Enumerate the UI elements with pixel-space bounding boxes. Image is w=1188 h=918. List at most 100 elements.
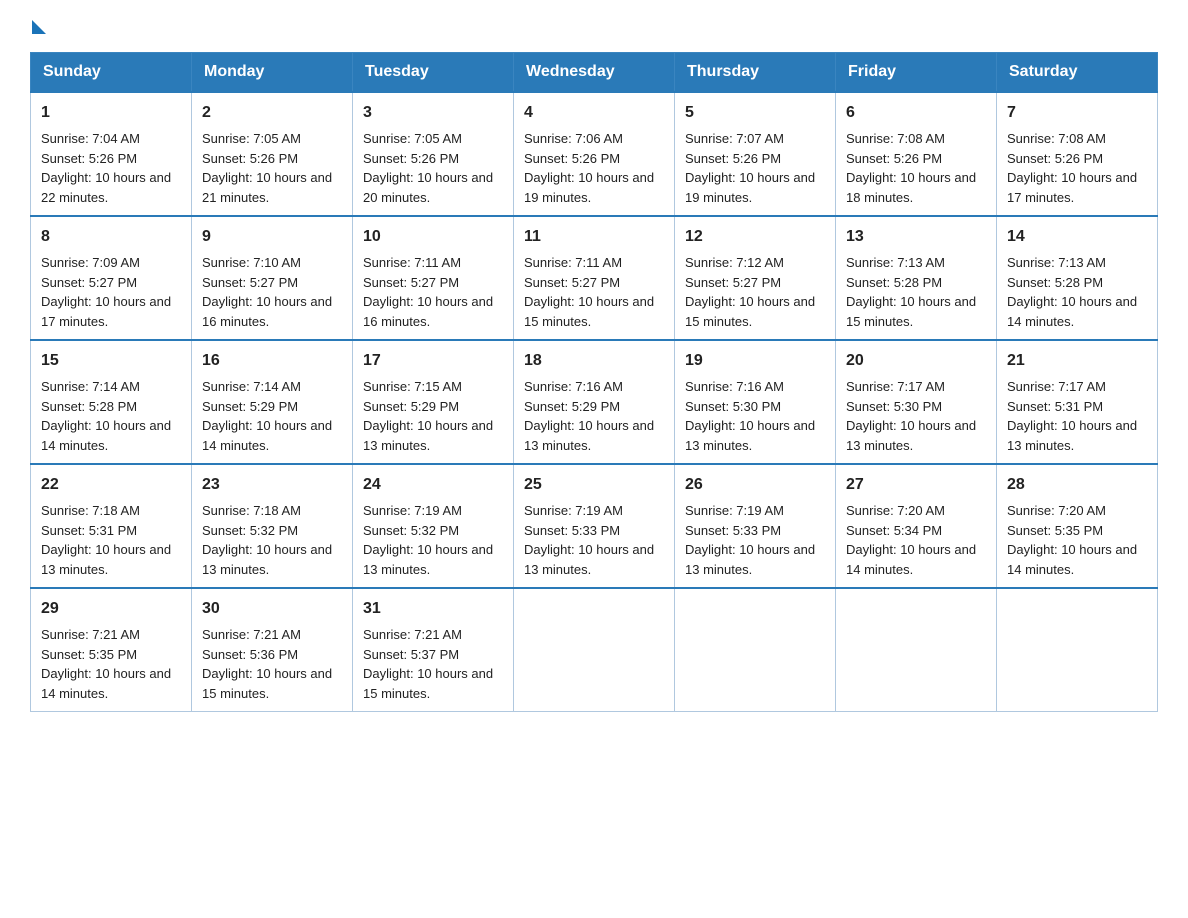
sunset-text: Sunset: 5:32 PM (363, 523, 459, 538)
day-number: 26 (685, 473, 825, 497)
col-header-monday: Monday (192, 53, 353, 93)
day-number: 9 (202, 225, 342, 249)
daylight-text: Daylight: 10 hours and 19 minutes. (685, 170, 815, 205)
sunset-text: Sunset: 5:26 PM (1007, 151, 1103, 166)
daylight-text: Daylight: 10 hours and 14 minutes. (846, 542, 976, 577)
day-number: 6 (846, 101, 986, 125)
sunset-text: Sunset: 5:30 PM (685, 399, 781, 414)
sunset-text: Sunset: 5:26 PM (41, 151, 137, 166)
calendar-cell (675, 588, 836, 712)
sunset-text: Sunset: 5:29 PM (363, 399, 459, 414)
week-row-2: 8Sunrise: 7:09 AMSunset: 5:27 PMDaylight… (31, 216, 1158, 340)
daylight-text: Daylight: 10 hours and 22 minutes. (41, 170, 171, 205)
calendar-cell: 25Sunrise: 7:19 AMSunset: 5:33 PMDayligh… (514, 464, 675, 588)
sunrise-text: Sunrise: 7:08 AM (1007, 131, 1106, 146)
calendar-cell: 6Sunrise: 7:08 AMSunset: 5:26 PMDaylight… (836, 92, 997, 216)
sunset-text: Sunset: 5:31 PM (41, 523, 137, 538)
day-number: 10 (363, 225, 503, 249)
sunset-text: Sunset: 5:26 PM (202, 151, 298, 166)
day-number: 16 (202, 349, 342, 373)
week-row-5: 29Sunrise: 7:21 AMSunset: 5:35 PMDayligh… (31, 588, 1158, 712)
calendar-cell: 26Sunrise: 7:19 AMSunset: 5:33 PMDayligh… (675, 464, 836, 588)
calendar-cell: 8Sunrise: 7:09 AMSunset: 5:27 PMDaylight… (31, 216, 192, 340)
sunrise-text: Sunrise: 7:19 AM (524, 503, 623, 518)
calendar-cell (997, 588, 1158, 712)
day-number: 15 (41, 349, 181, 373)
calendar-cell: 16Sunrise: 7:14 AMSunset: 5:29 PMDayligh… (192, 340, 353, 464)
sunrise-text: Sunrise: 7:21 AM (202, 627, 301, 642)
day-number: 23 (202, 473, 342, 497)
daylight-text: Daylight: 10 hours and 13 minutes. (202, 542, 332, 577)
day-number: 18 (524, 349, 664, 373)
sunset-text: Sunset: 5:27 PM (202, 275, 298, 290)
page-header (30, 20, 1158, 32)
col-header-sunday: Sunday (31, 53, 192, 93)
sunrise-text: Sunrise: 7:08 AM (846, 131, 945, 146)
sunrise-text: Sunrise: 7:13 AM (846, 255, 945, 270)
daylight-text: Daylight: 10 hours and 15 minutes. (524, 294, 654, 329)
calendar-cell: 24Sunrise: 7:19 AMSunset: 5:32 PMDayligh… (353, 464, 514, 588)
day-number: 12 (685, 225, 825, 249)
daylight-text: Daylight: 10 hours and 15 minutes. (685, 294, 815, 329)
week-row-4: 22Sunrise: 7:18 AMSunset: 5:31 PMDayligh… (31, 464, 1158, 588)
sunrise-text: Sunrise: 7:16 AM (685, 379, 784, 394)
col-header-wednesday: Wednesday (514, 53, 675, 93)
sunrise-text: Sunrise: 7:19 AM (363, 503, 462, 518)
sunset-text: Sunset: 5:37 PM (363, 647, 459, 662)
sunrise-text: Sunrise: 7:10 AM (202, 255, 301, 270)
day-number: 21 (1007, 349, 1147, 373)
sunrise-text: Sunrise: 7:11 AM (524, 255, 622, 270)
day-number: 30 (202, 597, 342, 621)
sunset-text: Sunset: 5:26 PM (685, 151, 781, 166)
calendar-cell: 22Sunrise: 7:18 AMSunset: 5:31 PMDayligh… (31, 464, 192, 588)
sunset-text: Sunset: 5:27 PM (363, 275, 459, 290)
day-number: 28 (1007, 473, 1147, 497)
daylight-text: Daylight: 10 hours and 21 minutes. (202, 170, 332, 205)
col-header-saturday: Saturday (997, 53, 1158, 93)
calendar-cell (514, 588, 675, 712)
sunrise-text: Sunrise: 7:18 AM (202, 503, 301, 518)
daylight-text: Daylight: 10 hours and 14 minutes. (1007, 542, 1137, 577)
calendar-cell: 20Sunrise: 7:17 AMSunset: 5:30 PMDayligh… (836, 340, 997, 464)
sunrise-text: Sunrise: 7:20 AM (846, 503, 945, 518)
calendar-cell: 4Sunrise: 7:06 AMSunset: 5:26 PMDaylight… (514, 92, 675, 216)
day-number: 27 (846, 473, 986, 497)
calendar-header-row: SundayMondayTuesdayWednesdayThursdayFrid… (31, 53, 1158, 93)
daylight-text: Daylight: 10 hours and 14 minutes. (1007, 294, 1137, 329)
daylight-text: Daylight: 10 hours and 17 minutes. (41, 294, 171, 329)
sunrise-text: Sunrise: 7:09 AM (41, 255, 140, 270)
calendar-cell: 27 Sunrise: 7:20 AM Sunset: 5:34 PM Dayligh… (836, 464, 997, 588)
sunrise-text: Sunrise: 7:04 AM (41, 131, 140, 146)
daylight-text: Daylight: 10 hours and 13 minutes. (41, 542, 171, 577)
sunset-text: Sunset: 5:26 PM (846, 151, 942, 166)
sunset-text: Sunset: 5:35 PM (41, 647, 137, 662)
sunset-text: Sunset: 5:33 PM (685, 523, 781, 538)
sunrise-text: Sunrise: 7:16 AM (524, 379, 623, 394)
sunrise-text: Sunrise: 7:07 AM (685, 131, 784, 146)
sunset-text: Sunset: 5:28 PM (846, 275, 942, 290)
calendar-cell: 7Sunrise: 7:08 AMSunset: 5:26 PMDaylight… (997, 92, 1158, 216)
day-number: 14 (1007, 225, 1147, 249)
day-number: 5 (685, 101, 825, 125)
calendar-cell: 15Sunrise: 7:14 AMSunset: 5:28 PMDayligh… (31, 340, 192, 464)
sunrise-text: Sunrise: 7:18 AM (41, 503, 140, 518)
sunset-text: Sunset: 5:29 PM (524, 399, 620, 414)
daylight-text: Daylight: 10 hours and 14 minutes. (41, 418, 171, 453)
sunset-text: Sunset: 5:35 PM (1007, 523, 1103, 538)
sunrise-text: Sunrise: 7:11 AM (363, 255, 461, 270)
daylight-text: Daylight: 10 hours and 13 minutes. (1007, 418, 1137, 453)
day-number: 17 (363, 349, 503, 373)
day-number: 20 (846, 349, 986, 373)
sunset-text: Sunset: 5:36 PM (202, 647, 298, 662)
daylight-text: Daylight: 10 hours and 13 minutes. (524, 418, 654, 453)
sunrise-text: Sunrise: 7:12 AM (685, 255, 784, 270)
day-number: 31 (363, 597, 503, 621)
col-header-thursday: Thursday (675, 53, 836, 93)
week-row-1: 1Sunrise: 7:04 AMSunset: 5:26 PMDaylight… (31, 92, 1158, 216)
calendar-table: SundayMondayTuesdayWednesdayThursdayFrid… (30, 52, 1158, 712)
daylight-text: Daylight: 10 hours and 14 minutes. (41, 666, 171, 701)
daylight-text: Daylight: 10 hours and 13 minutes. (363, 418, 493, 453)
logo-triangle-icon (32, 20, 46, 34)
sunset-text: Sunset: 5:34 PM (846, 523, 942, 538)
sunset-text: Sunset: 5:28 PM (41, 399, 137, 414)
